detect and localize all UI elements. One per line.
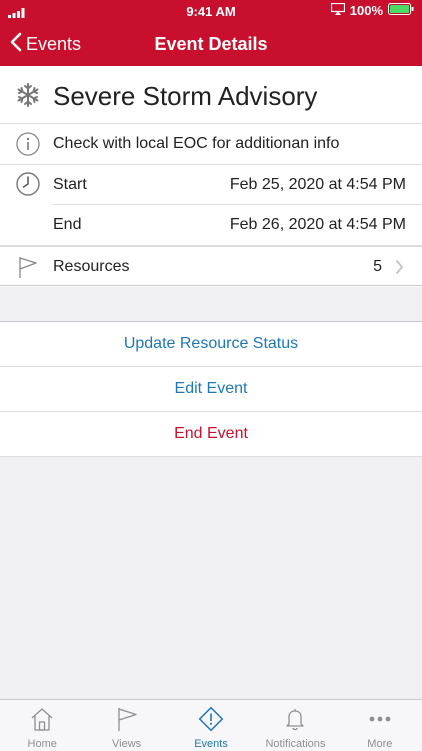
- tab-label: Events: [194, 738, 228, 750]
- end-label: End: [53, 216, 82, 233]
- tab-label: Notifications: [265, 738, 326, 750]
- tab-events[interactable]: Events: [169, 700, 253, 751]
- resources-label: Resources: [53, 258, 130, 275]
- end-value: Feb 26, 2020 at 4:54 PM: [229, 216, 406, 233]
- start-label: Start: [53, 176, 87, 193]
- flag-icon: [114, 706, 140, 735]
- actions-group: Update Resource Status Edit Event End Ev…: [0, 322, 422, 457]
- home-icon: [29, 706, 55, 735]
- snowflake-icon: [16, 83, 40, 112]
- divider: [0, 285, 422, 286]
- flag-icon: [16, 255, 40, 284]
- event-title: Severe Storm Advisory: [53, 81, 318, 111]
- back-label: Events: [26, 34, 82, 54]
- chevron-left-icon: [10, 32, 22, 57]
- tab-label: Views: [112, 738, 142, 750]
- event-info-text: Check with local EOC for additionan info: [53, 135, 340, 152]
- more-icon: [367, 706, 393, 735]
- chevron-right-icon: [395, 260, 404, 279]
- event-info-row: Check with local EOC for additionan info: [0, 124, 422, 165]
- clock-icon: [16, 172, 40, 201]
- resources-row[interactable]: Resources 5: [0, 246, 422, 287]
- event-start-row: Start Feb 25, 2020 at 4:54 PM: [0, 165, 422, 205]
- tab-label: More: [367, 738, 393, 750]
- alert-icon: [198, 706, 224, 735]
- update-resource-status-button[interactable]: Update Resource Status: [0, 322, 422, 367]
- tab-more[interactable]: More: [338, 700, 422, 751]
- edit-event-button[interactable]: Edit Event: [0, 367, 422, 412]
- info-icon: [16, 132, 40, 161]
- back-button[interactable]: Events: [10, 32, 81, 57]
- event-title-row: Severe Storm Advisory: [0, 66, 422, 124]
- status-bar: 9:41 AM 100%: [0, 0, 422, 22]
- tab-bar: Home Views Events Notifications More: [0, 699, 422, 751]
- event-end-row: End Feb 26, 2020 at 4:54 PM: [0, 205, 422, 246]
- battery-percent: 100%: [349, 3, 383, 18]
- tab-notifications[interactable]: Notifications: [253, 700, 337, 751]
- airplay-icon: [330, 2, 345, 18]
- event-details-card: Severe Storm Advisory Check with local E…: [0, 66, 422, 287]
- nav-bar: Events Event Details: [0, 22, 422, 66]
- bell-icon: [282, 706, 308, 735]
- tab-label: Home: [27, 738, 57, 750]
- resources-count: 5: [373, 258, 382, 275]
- tab-views[interactable]: Views: [84, 700, 168, 751]
- end-event-button[interactable]: End Event: [0, 412, 422, 457]
- tab-home[interactable]: Home: [0, 700, 84, 751]
- start-value: Feb 25, 2020 at 4:54 PM: [229, 176, 406, 193]
- battery-icon: [388, 3, 414, 18]
